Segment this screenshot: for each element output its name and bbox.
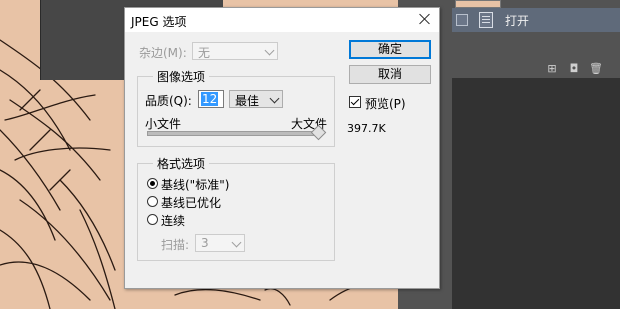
quality-preset-select[interactable]: 最佳 (229, 90, 283, 108)
add-layer-icon[interactable]: ⊞ (545, 62, 559, 75)
quality-label: 品质(Q): (145, 94, 192, 108)
scans-select[interactable]: 3 (195, 234, 245, 252)
chevron-down-icon (231, 237, 242, 248)
ok-button[interactable]: 确定 (349, 40, 431, 59)
matte-value: 无 (198, 46, 211, 60)
jpeg-options-dialog: JPEG 选项 杂边(M): 无 确定 取消 预览(P) 397.7K 图像选项… (124, 7, 440, 289)
layer-thumbnail (455, 0, 501, 8)
baseline-standard-label: 基线("标准") (161, 178, 230, 192)
panel-bottom-area (452, 78, 620, 309)
layer-row-open[interactable] (452, 8, 620, 32)
cancel-button[interactable]: 取消 (349, 65, 431, 84)
document-icon (479, 12, 493, 28)
chevron-down-icon (269, 93, 280, 104)
quality-slider-track[interactable] (147, 131, 321, 136)
trash-icon[interactable]: 🗑 (589, 62, 603, 75)
dialog-title: JPEG 选项 (131, 15, 187, 29)
radio-baseline-standard[interactable] (147, 178, 158, 189)
matte-label: 杂边(M): (139, 46, 187, 60)
close-icon[interactable] (417, 11, 433, 27)
layer-visibility-checkbox[interactable] (456, 14, 468, 26)
preview-checkbox[interactable] (349, 96, 361, 108)
baseline-optimized-label: 基线已优化 (161, 196, 222, 210)
quality-value: 12 (201, 92, 219, 106)
chevron-down-icon (264, 45, 275, 56)
scans-label: 扫描: (161, 238, 190, 252)
panel-toolbar: ⊞ ◘ 🗑 (545, 62, 611, 75)
dialog-titlebar[interactable]: JPEG 选项 (125, 8, 439, 32)
image-options-legend: 图像选项 (153, 68, 210, 85)
scans-value: 3 (201, 236, 209, 250)
quality-input[interactable]: 12 (198, 90, 224, 108)
layer-open-label: 打开 (505, 14, 530, 28)
radio-progressive[interactable] (147, 214, 158, 225)
matte-select[interactable]: 无 (192, 42, 278, 60)
progressive-label: 连续 (161, 214, 186, 228)
preview-label: 预览(P) (365, 97, 406, 111)
radio-baseline-optimized[interactable] (147, 196, 158, 207)
file-size: 397.7K (347, 122, 386, 135)
slider-min-label: 小文件 (145, 117, 182, 131)
camera-icon[interactable]: ◘ (567, 62, 581, 75)
quality-preset-value: 最佳 (235, 94, 260, 108)
format-options-legend: 格式选项 (153, 155, 210, 172)
image-options-group (137, 76, 335, 147)
